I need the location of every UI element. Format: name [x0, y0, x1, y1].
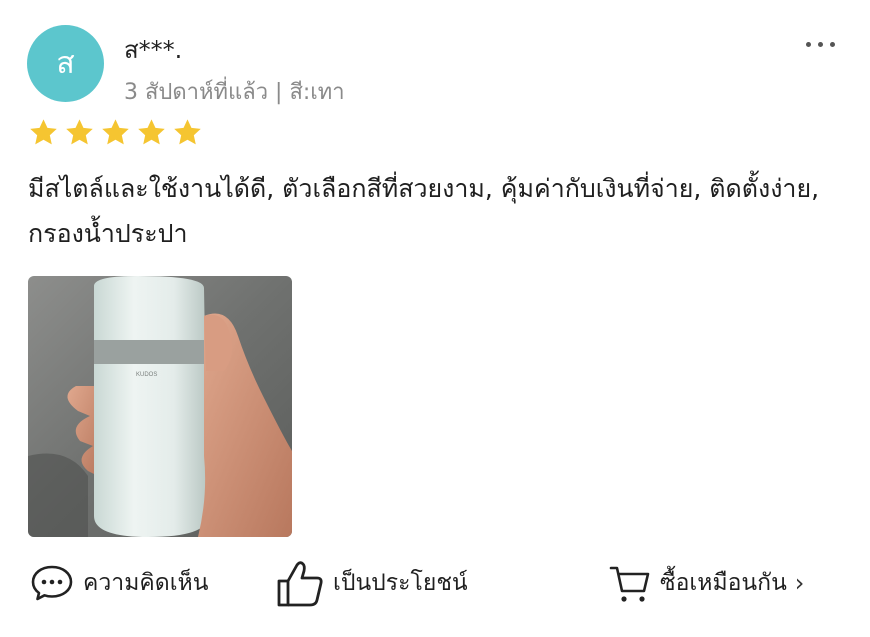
chevron-right-icon: › — [794, 569, 805, 597]
thumbs-up-icon — [277, 561, 323, 607]
comment-label: ความคิดเห็น — [83, 570, 209, 596]
brand-label: KUDOS — [136, 372, 157, 378]
shopping-cart-icon — [609, 566, 650, 602]
comment-button[interactable]: ความคิดเห็น — [29, 555, 208, 611]
water-filter-photo: KUDOS — [28, 276, 292, 537]
review-text: มีสไตล์และใช้งานได้ดี, ตัวเลือกสีที่สวยง… — [28, 174, 820, 248]
helpful-button[interactable]: เป็นประโยชน์ — [275, 555, 468, 611]
more-options-icon[interactable] — [804, 34, 838, 54]
review-meta: 3 สัปดาห์ที่แล้ว | สี:เทา — [124, 80, 345, 105]
avatar[interactable]: ส — [27, 25, 104, 102]
star-rating — [28, 117, 203, 148]
avatar-initial: ส — [56, 46, 75, 81]
star-icon — [102, 119, 129, 145]
star-icon — [174, 119, 201, 145]
comment-icon — [31, 565, 73, 601]
reviewer-name: ส***. — [124, 36, 183, 64]
review-photo[interactable]: KUDOS — [28, 276, 292, 537]
star-icon — [66, 119, 93, 145]
buy-same-label: ซื้อเหมือนกัน — [660, 570, 787, 596]
review-actions: ความคิดเห็น เป็นประโยชน์ ซื้อเหมือนกัน › — [0, 555, 870, 615]
helpful-label: เป็นประโยชน์ — [333, 570, 468, 596]
star-icon — [30, 119, 57, 145]
buy-same-button[interactable]: ซื้อเหมือนกัน › — [608, 555, 804, 611]
star-icon — [138, 119, 165, 145]
